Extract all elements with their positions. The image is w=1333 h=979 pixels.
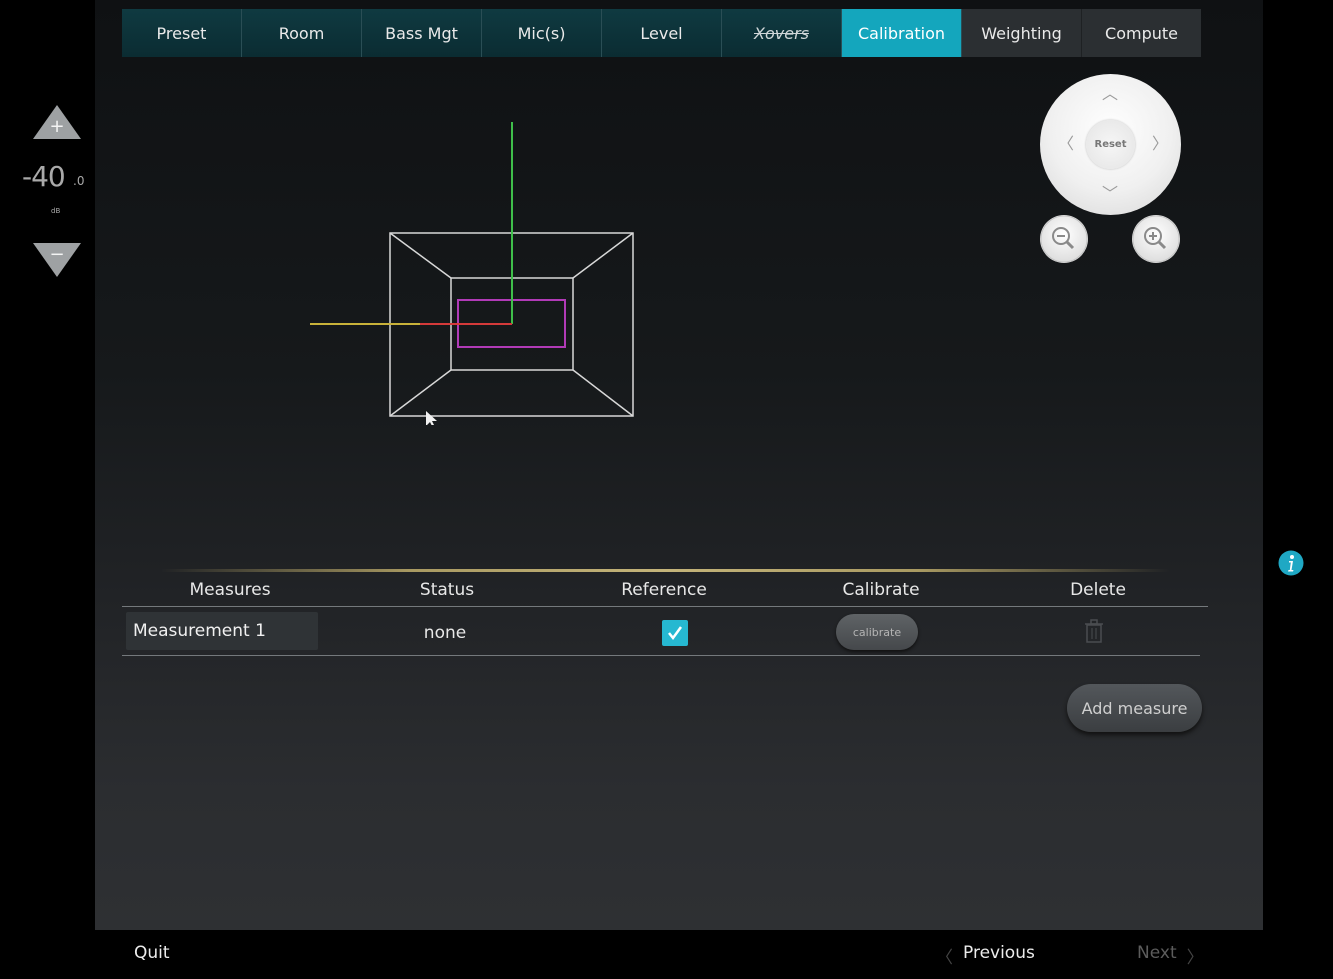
- chevron-left-icon: 〈: [936, 948, 953, 968]
- table-header-divider: [122, 606, 1208, 607]
- room-3d-view[interactable]: [300, 115, 645, 425]
- volume-up-button[interactable]: +: [32, 104, 82, 140]
- tab-mics[interactable]: Mic(s): [482, 9, 602, 57]
- calibrate-button[interactable]: calibrate: [836, 614, 918, 650]
- volume-unit: dB: [51, 207, 61, 215]
- svg-text:−: −: [49, 244, 64, 265]
- col-header-delete: Delete: [1070, 580, 1126, 600]
- tab-level[interactable]: Level: [602, 9, 722, 57]
- volume-value: -40: [22, 160, 66, 193]
- chevron-right-icon: 〉: [1186, 948, 1204, 968]
- next-button[interactable]: Next 〉: [1137, 943, 1204, 968]
- col-header-calibrate: Calibrate: [842, 580, 920, 600]
- previous-button[interactable]: 〈 Previous: [936, 943, 1035, 968]
- col-header-reference: Reference: [621, 580, 707, 600]
- view-navigation-pad[interactable]: ︿ ﹀ 〈 〉 Reset: [1040, 74, 1181, 215]
- reset-view-button[interactable]: Reset: [1086, 120, 1135, 169]
- chevron-right-icon[interactable]: 〉: [1152, 136, 1168, 152]
- col-header-measures: Measures: [189, 580, 271, 600]
- table-row-divider: [122, 655, 1200, 656]
- quit-button[interactable]: Quit: [134, 943, 170, 963]
- mouse-cursor-icon: [426, 411, 437, 425]
- info-icon[interactable]: [1278, 550, 1304, 576]
- measurement-name-field[interactable]: Measurement 1: [126, 612, 318, 650]
- trash-icon[interactable]: [1084, 619, 1104, 643]
- volume-down-button[interactable]: −: [32, 242, 82, 278]
- col-header-status: Status: [419, 580, 475, 600]
- next-label: Next: [1137, 943, 1177, 963]
- chevron-left-icon[interactable]: 〈: [1058, 136, 1074, 152]
- chevron-down-icon[interactable]: ﹀: [1102, 186, 1118, 202]
- tab-bass-mgt[interactable]: Bass Mgt: [362, 9, 482, 57]
- volume-decimal: .0: [73, 174, 85, 188]
- tab-weighting[interactable]: Weighting: [962, 9, 1082, 57]
- reference-checkbox[interactable]: [662, 620, 688, 646]
- svg-text:+: +: [49, 116, 64, 137]
- measurement-status: none: [423, 623, 467, 643]
- chevron-up-icon[interactable]: ︿: [1102, 86, 1118, 102]
- tab-bar: Preset Room Bass Mgt Mic(s) Level Xovers…: [122, 9, 1201, 57]
- tab-calibration[interactable]: Calibration: [842, 9, 962, 57]
- zoom-out-icon[interactable]: [1040, 215, 1088, 263]
- previous-label: Previous: [963, 943, 1035, 963]
- zoom-in-icon[interactable]: [1132, 215, 1180, 263]
- tab-preset[interactable]: Preset: [122, 9, 242, 57]
- section-divider: [160, 569, 1170, 572]
- checkmark-icon: [668, 626, 683, 641]
- tab-room[interactable]: Room: [242, 9, 362, 57]
- tab-compute[interactable]: Compute: [1082, 9, 1201, 57]
- add-measure-button[interactable]: Add measure: [1067, 684, 1202, 732]
- tab-xovers[interactable]: Xovers: [722, 9, 842, 57]
